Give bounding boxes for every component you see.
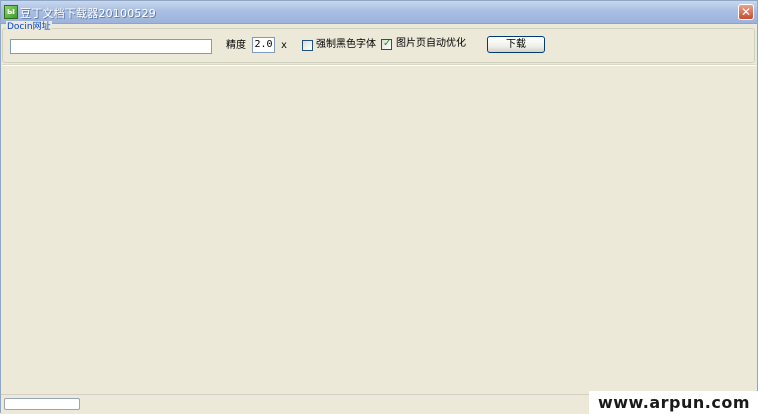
auto-optimize-label[interactable]: 图片页自动优化	[396, 38, 466, 50]
main-window: ы 豆丁文档下载器20100529 ✕ Docin网址 精度 2.0 x 强制黑…	[0, 0, 758, 414]
progress-bar	[4, 398, 80, 410]
precision-field[interactable]: 2.0	[252, 37, 275, 53]
title-bar[interactable]: ы 豆丁文档下载器20100529 ✕	[1, 1, 757, 24]
auto-optimize-checkbox[interactable]: ✓	[381, 38, 392, 50]
toolbar-divider	[2, 64, 756, 66]
download-button[interactable]: 下载	[487, 36, 545, 53]
force-black-font-checkbox[interactable]	[302, 40, 313, 51]
precision-label: 精度	[226, 40, 246, 51]
close-button[interactable]: ✕	[738, 4, 754, 20]
window-title: 豆丁文档下载器20100529	[20, 7, 156, 20]
watermark: www.arpun.com	[589, 391, 758, 414]
precision-unit: x	[281, 40, 288, 51]
app-icon: ы	[4, 5, 18, 19]
group-legend: Docin网址	[6, 21, 52, 33]
force-black-font-label[interactable]: 强制黑色字体	[316, 39, 376, 51]
url-input[interactable]	[10, 39, 212, 54]
checkmark-icon: ✓	[383, 38, 392, 49]
